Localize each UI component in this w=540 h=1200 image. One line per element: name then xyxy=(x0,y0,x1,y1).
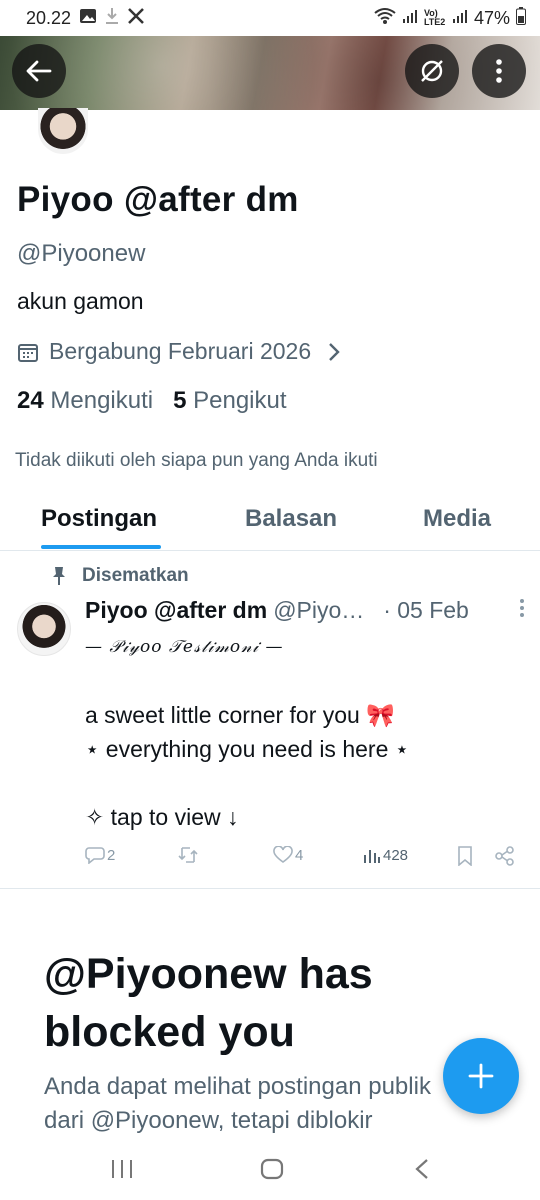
joined-date[interactable]: Bergabung Februari 2026 xyxy=(17,338,341,365)
pin-icon xyxy=(53,567,65,585)
profile-handle: @Piyoonew xyxy=(17,240,146,267)
views-button[interactable]: 428 xyxy=(363,846,408,864)
compose-button[interactable] xyxy=(443,1038,519,1114)
retweet-button[interactable] xyxy=(177,846,201,864)
post-line: ✧ tap to view ↓ xyxy=(85,804,239,830)
following-count: 24 xyxy=(17,387,44,414)
signal-icon-2 xyxy=(452,8,468,29)
joined-text: Bergabung Februari 2026 xyxy=(49,338,312,364)
tab-media[interactable]: Media xyxy=(423,505,491,533)
x-logo-icon xyxy=(127,7,145,30)
following-label: Mengikuti xyxy=(50,387,154,414)
tab-postingan[interactable]: Postingan xyxy=(41,505,157,533)
followers-count: 5 xyxy=(173,387,187,414)
arrow-left-icon xyxy=(26,60,52,82)
follow-stats: 24 Mengikuti 5 Pengikut xyxy=(17,387,287,415)
pinned-label: Disematkan xyxy=(52,565,189,587)
active-tab-indicator xyxy=(41,545,161,549)
bar-chart-icon xyxy=(364,850,380,863)
pinned-text: Disematkan xyxy=(82,565,189,586)
chevron-right-icon xyxy=(329,342,340,361)
system-navigation-bar xyxy=(0,1140,540,1200)
post-more-button[interactable] xyxy=(519,597,525,624)
back-nav-button[interactable] xyxy=(414,1158,430,1185)
gallery-icon xyxy=(79,8,97,29)
followers-label: Pengikut xyxy=(193,387,287,414)
post-avatar[interactable] xyxy=(17,602,71,656)
download-icon xyxy=(105,7,119,30)
blocked-description: Anda dapat melihat postingan publik dari… xyxy=(44,1073,431,1134)
status-time: 20.22 xyxy=(26,7,72,28)
share-button[interactable] xyxy=(495,846,515,866)
bookmark-button[interactable] xyxy=(457,846,473,866)
not-followed-notice: Tidak diikuti oleh siapa pun yang Anda i… xyxy=(15,450,378,471)
tab-balasan[interactable]: Balasan xyxy=(245,505,337,533)
network-label: Vo) LTE2 xyxy=(423,8,446,27)
post-line xyxy=(85,664,515,698)
blocked-title: @Piyoonew has blocked you xyxy=(44,950,373,1056)
heart-icon xyxy=(273,846,293,863)
share-icon xyxy=(495,846,514,866)
more-options-button[interactable] xyxy=(472,44,526,98)
post-divider xyxy=(0,888,540,889)
signal-icon xyxy=(402,8,418,29)
profile-name: Piyoo @after dm xyxy=(17,180,299,219)
plus-icon xyxy=(468,1063,494,1089)
post-actions: 2 4 428 xyxy=(85,846,517,872)
post-body[interactable]: — 𝒫𝒾𝓎𝑜𝑜 𝒯𝑒𝓈𝓉𝒾𝓂𝑜𝓃𝒾 — a sweet little corne… xyxy=(85,630,515,834)
bookmark-icon xyxy=(458,846,472,866)
wifi-icon xyxy=(374,7,396,30)
calendar-icon xyxy=(18,343,38,362)
view-count: 428 xyxy=(383,846,409,864)
home-button[interactable] xyxy=(260,1158,284,1185)
like-count: 4 xyxy=(295,846,304,864)
profile-avatar[interactable] xyxy=(38,108,88,154)
grok-icon xyxy=(421,60,443,82)
post-line xyxy=(85,766,515,800)
profile-bio: akun gamon xyxy=(17,288,144,314)
retweet-icon xyxy=(178,847,198,863)
profile-tabs: Postingan Balasan Media xyxy=(0,495,540,551)
battery-percent: 47% xyxy=(473,7,510,28)
post-line: — 𝒫𝒾𝓎𝑜𝑜 𝒯𝑒𝓈𝓉𝒾𝓂𝑜𝓃𝒾 — xyxy=(85,637,284,657)
post-line: a sweet little corner for you 🎀 xyxy=(85,702,395,728)
recent-apps-button[interactable] xyxy=(110,1158,134,1185)
status-bar: 20.22 Vo) LTE2 47% xyxy=(0,0,540,36)
following-link[interactable]: 24 Mengikuti xyxy=(17,387,153,415)
reply-button[interactable]: 2 xyxy=(85,846,115,864)
reply-icon xyxy=(85,847,105,864)
post-header: Piyoo @after dm @Piyo… · 05 Feb xyxy=(85,597,525,624)
more-vertical-icon xyxy=(496,59,502,83)
like-button[interactable]: 4 xyxy=(273,846,303,864)
post-author-handle: @Piyo… xyxy=(273,597,365,623)
chevron-left-icon xyxy=(415,1159,428,1179)
back-button[interactable] xyxy=(12,44,66,98)
reply-count: 2 xyxy=(107,846,116,864)
post-author-name[interactable]: Piyoo @after dm xyxy=(85,597,267,624)
profile-banner xyxy=(0,36,540,110)
post-date: · 05 Feb xyxy=(383,597,469,623)
post-line: ⋆ everything you need is here ⋆ xyxy=(85,736,410,762)
followers-link[interactable]: 5 Pengikut xyxy=(173,387,286,415)
home-icon xyxy=(260,1158,284,1180)
battery-icon xyxy=(516,6,526,30)
recent-apps-icon xyxy=(112,1160,132,1178)
grok-button[interactable] xyxy=(405,44,459,98)
more-vertical-icon xyxy=(520,599,524,617)
